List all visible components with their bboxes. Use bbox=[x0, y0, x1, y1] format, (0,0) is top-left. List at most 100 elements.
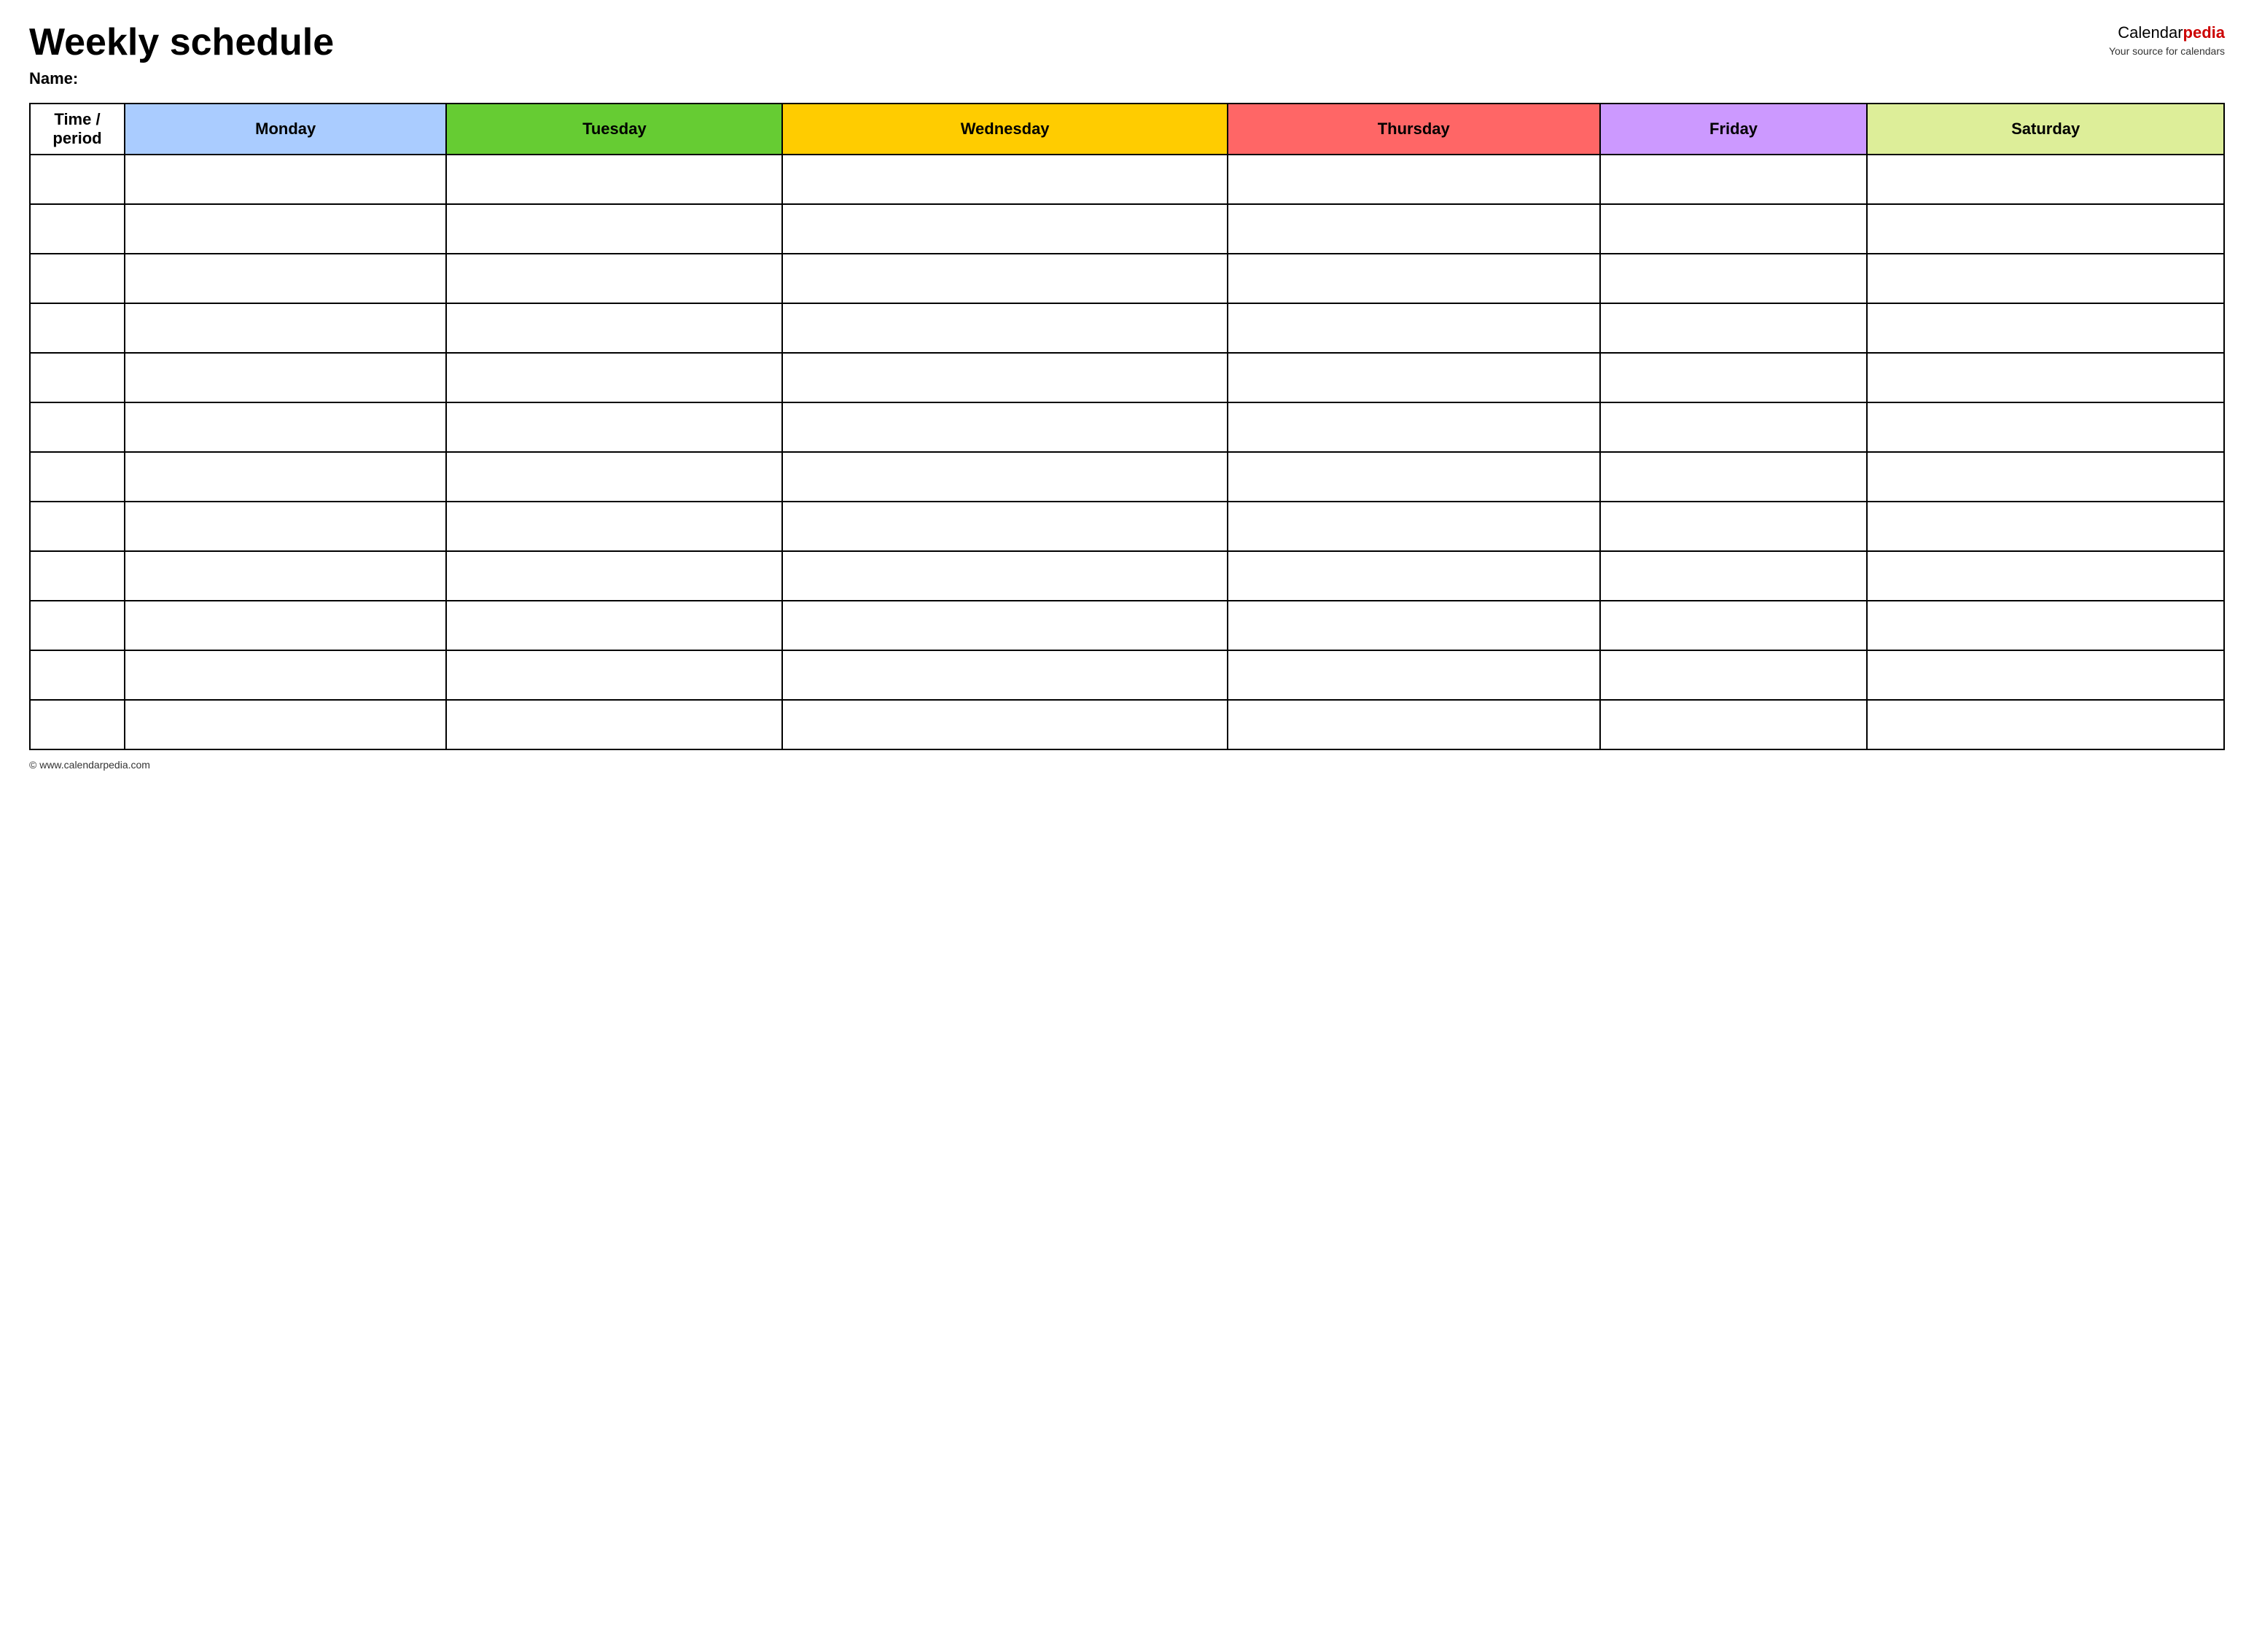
day-cell[interactable] bbox=[782, 254, 1227, 303]
day-cell[interactable] bbox=[446, 601, 782, 650]
time-cell[interactable] bbox=[30, 402, 125, 452]
time-cell[interactable] bbox=[30, 700, 125, 749]
day-cell[interactable] bbox=[1228, 204, 1600, 254]
day-cell[interactable] bbox=[1867, 353, 2224, 402]
day-cell[interactable] bbox=[446, 452, 782, 502]
logo-pedia-text: pedia bbox=[2183, 23, 2225, 42]
footer-url: © www.calendarpedia.com bbox=[29, 759, 150, 771]
time-cell[interactable] bbox=[30, 204, 125, 254]
day-cell[interactable] bbox=[1600, 353, 1868, 402]
day-cell[interactable] bbox=[446, 700, 782, 749]
day-cell[interactable] bbox=[1867, 502, 2224, 551]
time-period-header: Time / period bbox=[30, 104, 125, 155]
day-cell[interactable] bbox=[1228, 353, 1600, 402]
day-cell[interactable] bbox=[782, 353, 1227, 402]
time-cell[interactable] bbox=[30, 155, 125, 204]
day-cell[interactable] bbox=[1600, 303, 1868, 353]
day-cell[interactable] bbox=[125, 303, 446, 353]
day-cell[interactable] bbox=[125, 155, 446, 204]
day-cell[interactable] bbox=[782, 155, 1227, 204]
day-cell[interactable] bbox=[125, 402, 446, 452]
day-cell[interactable] bbox=[446, 353, 782, 402]
day-cell[interactable] bbox=[782, 303, 1227, 353]
day-cell[interactable] bbox=[1600, 402, 1868, 452]
day-cell[interactable] bbox=[446, 502, 782, 551]
day-cell[interactable] bbox=[1228, 155, 1600, 204]
day-cell[interactable] bbox=[1867, 700, 2224, 749]
day-cell[interactable] bbox=[125, 551, 446, 601]
day-cell[interactable] bbox=[1867, 452, 2224, 502]
day-cell[interactable] bbox=[1600, 502, 1868, 551]
day-cell[interactable] bbox=[125, 700, 446, 749]
day-cell[interactable] bbox=[125, 452, 446, 502]
table-row bbox=[30, 204, 2224, 254]
day-cell[interactable] bbox=[125, 650, 446, 700]
day-cell[interactable] bbox=[782, 601, 1227, 650]
day-cell[interactable] bbox=[446, 204, 782, 254]
time-cell[interactable] bbox=[30, 254, 125, 303]
day-cell[interactable] bbox=[1228, 402, 1600, 452]
day-cell[interactable] bbox=[1600, 601, 1868, 650]
day-cell[interactable] bbox=[1867, 155, 2224, 204]
day-cell[interactable] bbox=[1228, 650, 1600, 700]
day-cell[interactable] bbox=[782, 650, 1227, 700]
day-cell[interactable] bbox=[782, 700, 1227, 749]
time-cell[interactable] bbox=[30, 551, 125, 601]
time-cell[interactable] bbox=[30, 452, 125, 502]
day-cell[interactable] bbox=[1600, 254, 1868, 303]
monday-header: Monday bbox=[125, 104, 446, 155]
day-cell[interactable] bbox=[782, 402, 1227, 452]
day-cell[interactable] bbox=[446, 254, 782, 303]
day-cell[interactable] bbox=[125, 353, 446, 402]
table-row bbox=[30, 601, 2224, 650]
page-header: Weekly schedule Name: Calendarpedia Your… bbox=[29, 22, 2225, 88]
day-cell[interactable] bbox=[782, 502, 1227, 551]
day-cell[interactable] bbox=[446, 155, 782, 204]
day-cell[interactable] bbox=[446, 303, 782, 353]
day-cell[interactable] bbox=[782, 204, 1227, 254]
day-cell[interactable] bbox=[1600, 551, 1868, 601]
day-cell[interactable] bbox=[1867, 402, 2224, 452]
day-cell[interactable] bbox=[1600, 452, 1868, 502]
day-cell[interactable] bbox=[1867, 254, 2224, 303]
day-cell[interactable] bbox=[446, 650, 782, 700]
day-cell[interactable] bbox=[125, 601, 446, 650]
day-cell[interactable] bbox=[1600, 155, 1868, 204]
day-cell[interactable] bbox=[1228, 601, 1600, 650]
day-cell[interactable] bbox=[1867, 204, 2224, 254]
day-cell[interactable] bbox=[1228, 502, 1600, 551]
logo-area: Calendarpedia Your source for calendars bbox=[2109, 22, 2225, 58]
day-cell[interactable] bbox=[1228, 303, 1600, 353]
thursday-header: Thursday bbox=[1228, 104, 1600, 155]
day-cell[interactable] bbox=[1228, 700, 1600, 749]
day-cell[interactable] bbox=[782, 551, 1227, 601]
time-cell[interactable] bbox=[30, 353, 125, 402]
day-cell[interactable] bbox=[1600, 204, 1868, 254]
day-cell[interactable] bbox=[125, 502, 446, 551]
day-cell[interactable] bbox=[1600, 650, 1868, 700]
day-cell[interactable] bbox=[1228, 254, 1600, 303]
day-cell[interactable] bbox=[1867, 551, 2224, 601]
day-cell[interactable] bbox=[1228, 452, 1600, 502]
day-cell[interactable] bbox=[446, 402, 782, 452]
logo-text: Calendarpedia bbox=[2109, 22, 2225, 44]
day-cell[interactable] bbox=[125, 204, 446, 254]
table-row bbox=[30, 155, 2224, 204]
day-cell[interactable] bbox=[782, 452, 1227, 502]
table-row bbox=[30, 402, 2224, 452]
time-cell[interactable] bbox=[30, 502, 125, 551]
day-cell[interactable] bbox=[1867, 601, 2224, 650]
time-cell[interactable] bbox=[30, 303, 125, 353]
table-row bbox=[30, 353, 2224, 402]
time-cell[interactable] bbox=[30, 601, 125, 650]
day-cell[interactable] bbox=[446, 551, 782, 601]
day-cell[interactable] bbox=[1600, 700, 1868, 749]
time-cell[interactable] bbox=[30, 650, 125, 700]
day-cell[interactable] bbox=[125, 254, 446, 303]
table-row bbox=[30, 452, 2224, 502]
day-cell[interactable] bbox=[1867, 303, 2224, 353]
day-cell[interactable] bbox=[1867, 650, 2224, 700]
day-cell[interactable] bbox=[1228, 551, 1600, 601]
table-row bbox=[30, 650, 2224, 700]
saturday-header: Saturday bbox=[1867, 104, 2224, 155]
